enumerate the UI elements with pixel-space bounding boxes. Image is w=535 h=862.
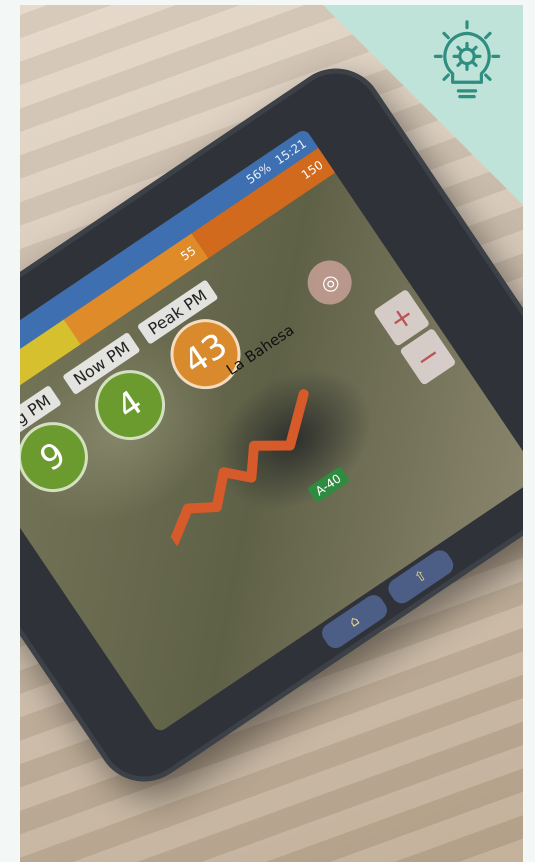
target-icon: ◎ xyxy=(315,267,344,298)
locate-button[interactable]: ◎ xyxy=(299,251,361,314)
zoom-controls: + − xyxy=(373,288,457,386)
photo-frame: 56% 15:21 55 150 Avg PM 9 Now PM 4 Peak … xyxy=(20,5,523,862)
lightbulb-gear-icon xyxy=(433,20,501,99)
